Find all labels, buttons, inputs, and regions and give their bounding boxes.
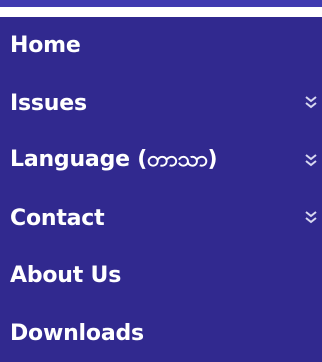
menu-item-contact[interactable]: Contact — [0, 190, 322, 248]
menu-item-issues[interactable]: Issues — [0, 75, 322, 133]
navigation-frame: Home Issues Language (တာသာ) Contact Abou… — [0, 0, 322, 362]
double-chevron-down-icon — [305, 211, 317, 224]
menu-item-label: Language (တာသာ) — [10, 147, 218, 173]
menu-item-about-us[interactable]: About Us — [0, 247, 322, 305]
menu-item-label: Issues — [10, 90, 87, 116]
menu-item-label: Home — [10, 33, 81, 59]
double-chevron-down-icon — [305, 96, 317, 109]
top-spacer — [0, 7, 322, 17]
menu-item-label: Contact — [10, 205, 105, 231]
menu-item-home[interactable]: Home — [0, 17, 322, 75]
main-menu: Home Issues Language (တာသာ) Contact Abou… — [0, 17, 322, 362]
menu-item-language[interactable]: Language (တာသာ) — [0, 132, 322, 190]
double-chevron-down-icon — [305, 153, 317, 167]
top-border — [0, 0, 322, 7]
menu-item-downloads[interactable]: Downloads — [0, 305, 322, 362]
menu-item-label: Downloads — [10, 320, 144, 346]
menu-item-label: About Us — [10, 263, 122, 289]
